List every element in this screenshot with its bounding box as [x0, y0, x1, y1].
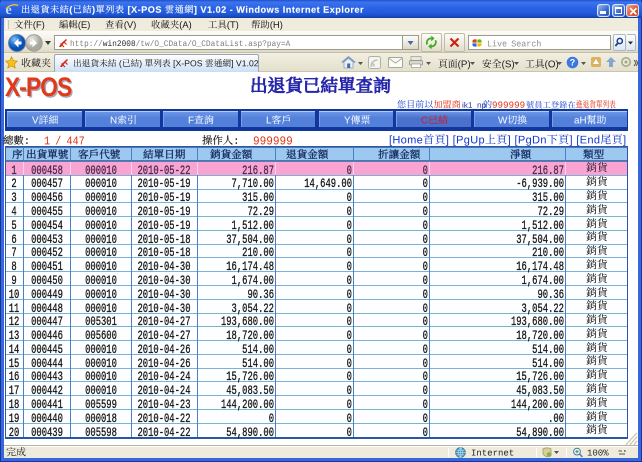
svg-text:?: ?	[570, 58, 576, 68]
